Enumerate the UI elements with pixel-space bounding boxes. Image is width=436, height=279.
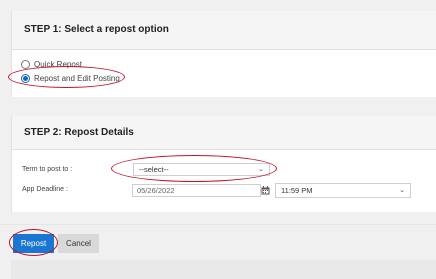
bottom-strip — [11, 260, 436, 279]
deadline-date-value: 05/26/2022 — [137, 186, 175, 195]
deadline-label: App Deadline : — [22, 186, 68, 193]
term-select-value: --select-- — [139, 165, 169, 174]
term-select[interactable]: --select-- ⌄ — [133, 163, 270, 176]
deadline-date-input[interactable]: 05/26/2022 — [132, 184, 261, 197]
term-label: Term to post to : — [22, 166, 73, 173]
quick-repost-label: Quick Repost — [34, 59, 83, 69]
step2-panel: STEP 2: Repost Details Term to post to :… — [11, 116, 436, 212]
chevron-down-icon: ⌄ — [258, 166, 264, 173]
radio-checked-icon[interactable] — [21, 73, 30, 83]
chevron-down-icon: ⌄ — [399, 187, 405, 194]
divider — [0, 224, 436, 225]
calendar-icon[interactable] — [261, 186, 270, 195]
deadline-time-select[interactable]: 11:59 PM ⌄ — [275, 183, 411, 198]
step1-title: STEP 1: Select a repost option — [12, 11, 436, 50]
repost-button[interactable]: Repost — [13, 234, 54, 253]
repost-edit-label: Repost and Edit Posting — [34, 73, 120, 83]
cancel-button[interactable]: Cancel — [58, 234, 99, 253]
deadline-time-value: 11:59 PM — [281, 186, 313, 195]
repost-edit-option[interactable]: Repost and Edit Posting — [21, 72, 120, 84]
step2-title: STEP 2: Repost Details — [12, 116, 436, 150]
quick-repost-option[interactable]: Quick Repost — [21, 58, 82, 70]
step1-panel: STEP 1: Select a repost option Quick Rep… — [11, 11, 436, 97]
radio-unchecked-icon[interactable] — [21, 59, 30, 69]
